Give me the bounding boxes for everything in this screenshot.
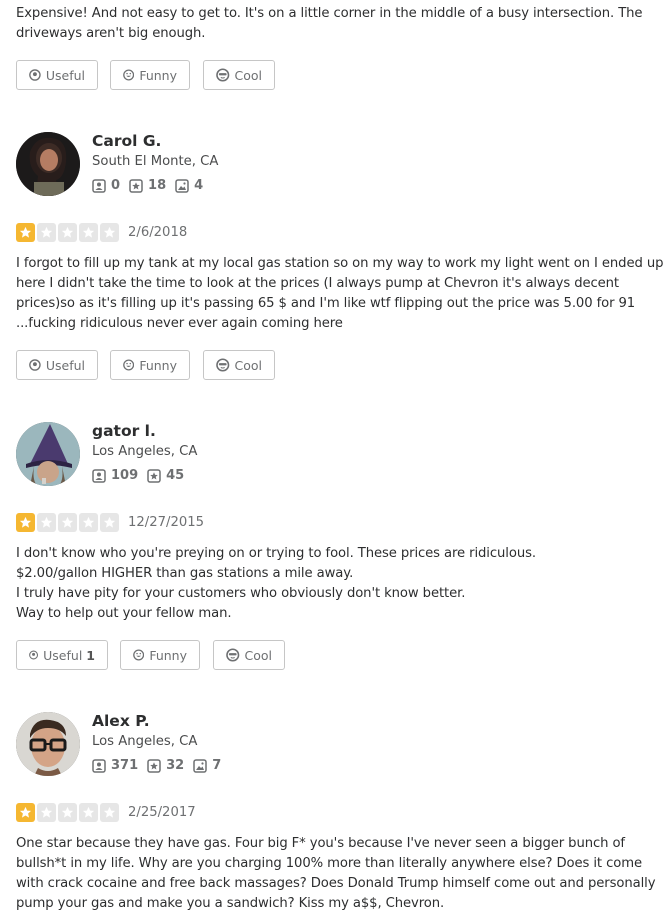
user-name[interactable]: gator l. xyxy=(92,422,156,440)
user-photo xyxy=(16,712,80,776)
review-date: 2/25/2017 xyxy=(128,804,196,820)
review-text: One star because they have gas. Four big… xyxy=(16,836,656,911)
photos-value: 7 xyxy=(212,758,222,773)
sunglasses-icon xyxy=(226,648,240,662)
reviews-value: 32 xyxy=(166,758,185,773)
useful-label: Useful xyxy=(45,67,85,83)
user-location: Los Angeles, CA xyxy=(92,444,198,459)
review-actions: Useful 1 Funny Cool xyxy=(16,640,306,672)
smiley-icon xyxy=(133,649,145,661)
useful-count: 1 xyxy=(86,647,95,663)
user-stats: 0 18 4 xyxy=(92,178,212,193)
reviews-value: 18 xyxy=(148,178,167,193)
cool-label: Cool xyxy=(234,67,263,83)
cool-button[interactable]: Cool xyxy=(213,640,285,670)
star-icon xyxy=(16,222,35,242)
smiley-icon xyxy=(123,359,135,371)
review-text: Expensive! And not easy to get to. It's … xyxy=(16,6,643,41)
photos-count: 4 xyxy=(175,178,203,193)
star-icon xyxy=(16,512,35,532)
user-location: Los Angeles, CA xyxy=(92,734,198,749)
star-icon xyxy=(37,802,56,822)
photo-icon xyxy=(193,758,207,773)
review-text: I don't know who you're preying on or tr… xyxy=(16,546,536,621)
funny-label: Funny xyxy=(139,67,177,83)
user-stats: 109 45 xyxy=(92,468,193,483)
friends-value: 0 xyxy=(111,178,121,193)
user-name[interactable]: Carol G. xyxy=(92,132,161,150)
star-icon xyxy=(37,222,56,242)
reviews-value: 45 xyxy=(166,468,185,483)
star-rating: 2/6/2018 xyxy=(16,222,187,242)
star-box-icon xyxy=(129,178,143,193)
useful-label: Useful xyxy=(43,647,83,663)
funny-button[interactable]: Funny xyxy=(120,640,200,670)
review-text: I forgot to fill up my tank at my local … xyxy=(16,256,664,331)
star-rating: 2/25/2017 xyxy=(16,802,196,822)
user-stats: 371 32 7 xyxy=(92,758,230,773)
sunglasses-icon xyxy=(216,358,230,372)
reviews-count: 32 xyxy=(147,758,184,773)
review-date: 12/27/2015 xyxy=(128,514,205,530)
useful-button[interactable]: Useful xyxy=(16,60,98,90)
star-icon xyxy=(58,222,77,242)
star-icon xyxy=(100,222,119,242)
funny-label: Funny xyxy=(149,647,187,663)
user-name[interactable]: Alex P. xyxy=(92,712,150,730)
smiley-icon xyxy=(123,69,135,81)
avatar[interactable] xyxy=(16,422,80,486)
review-actions: Useful Funny Cool xyxy=(16,350,286,382)
review-user: Alex P. Los Angeles, CA 371 32 7 xyxy=(16,712,316,778)
star-icon xyxy=(79,802,98,822)
star-icon xyxy=(37,512,56,532)
star-icon xyxy=(79,512,98,532)
funny-label: Funny xyxy=(139,357,177,373)
funny-button[interactable]: Funny xyxy=(110,60,190,90)
friends-icon xyxy=(92,758,106,773)
star-box-icon xyxy=(147,468,161,483)
friends-icon xyxy=(92,468,106,483)
friends-value: 109 xyxy=(111,468,139,483)
star-box-icon xyxy=(147,758,161,773)
lightbulb-icon xyxy=(29,69,41,81)
user-photo xyxy=(16,132,80,196)
useful-button[interactable]: Useful xyxy=(16,350,98,380)
cool-label: Cool xyxy=(234,357,263,373)
avatar[interactable] xyxy=(16,712,80,776)
photo-icon xyxy=(175,178,189,193)
sunglasses-icon xyxy=(216,68,230,82)
review-user: gator l. Los Angeles, CA 109 45 xyxy=(16,422,316,488)
review-date: 2/6/2018 xyxy=(128,224,188,240)
useful-button[interactable]: Useful 1 xyxy=(16,640,108,670)
star-icon xyxy=(16,802,35,822)
star-icon xyxy=(100,802,119,822)
review-user: Carol G. South El Monte, CA 0 18 4 xyxy=(16,132,316,198)
star-icon xyxy=(100,512,119,532)
reviews-page: Expensive! And not easy to get to. It's … xyxy=(0,0,669,922)
friends-count: 0 xyxy=(92,178,120,193)
reviews-count: 18 xyxy=(129,178,166,193)
user-location: South El Monte, CA xyxy=(92,154,219,169)
cool-label: Cool xyxy=(244,647,273,663)
star-icon xyxy=(79,222,98,242)
review-actions: Useful Funny Cool xyxy=(16,60,286,92)
funny-button[interactable]: Funny xyxy=(110,350,190,380)
star-icon xyxy=(58,512,77,532)
avatar[interactable] xyxy=(16,132,80,196)
star-icon xyxy=(58,802,77,822)
cool-button[interactable]: Cool xyxy=(203,60,275,90)
reviews-count: 45 xyxy=(147,468,184,483)
useful-label: Useful xyxy=(45,357,85,373)
photos-count: 7 xyxy=(193,758,221,773)
star-rating: 12/27/2015 xyxy=(16,512,204,532)
cool-button[interactable]: Cool xyxy=(203,350,275,380)
friends-count: 109 xyxy=(92,468,138,483)
friends-icon xyxy=(92,178,106,193)
friends-count: 371 xyxy=(92,758,138,773)
user-photo xyxy=(16,422,80,486)
lightbulb-icon xyxy=(29,359,41,371)
photos-value: 4 xyxy=(194,178,204,193)
lightbulb-icon xyxy=(29,650,39,660)
friends-value: 371 xyxy=(111,758,139,773)
